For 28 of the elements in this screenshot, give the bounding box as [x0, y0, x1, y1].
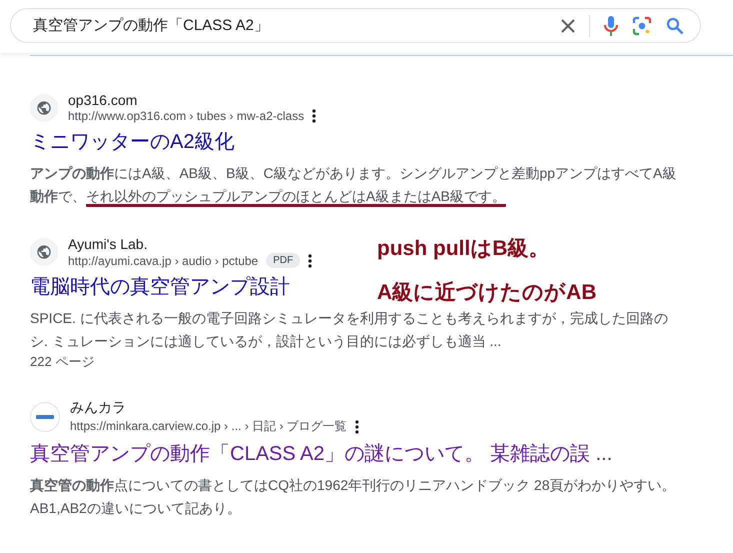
more-options-icon[interactable]	[308, 254, 312, 268]
result-snippet: SPICE. に代表される一般の電子回路シミュレータを利用することも考えられますが，完成した回路のシ. ミュレーションには適しているが，設計という目的には必ずしも適当 ...	[30, 309, 669, 351]
result-snippet: アンプの動作にはA級、AB級、B級、C級などがあります。シングルアンプと差動ppアンプはすべてA級動作で、それ以外のプッシュプルアンプのほとんどはA級またはAB級です。	[30, 162, 685, 208]
page-count: 222 ページ	[30, 353, 96, 371]
result-url[interactable]: https://minkara.carview.co.jp › ... › 日記 › ブログ一覧	[70, 418, 347, 435]
camera-search-icon[interactable]	[632, 16, 652, 36]
globe-icon	[36, 244, 52, 260]
microphone-icon[interactable]	[604, 16, 618, 36]
result-title[interactable]: 真空管アンプの動作「CLASS A2」の謎について。 某雑誌の誤 ...	[30, 440, 612, 467]
site-name: みんカラ	[70, 399, 127, 417]
result-snippet: 真空管の動作点についての書としてはCQ社の1962年刊行のリニアハンドブック 28頁がわかりやすい。AB1,AB2の違いについて記あり。	[30, 476, 677, 518]
result-url[interactable]: http://ayumi.cava.jp › audio › pctube	[68, 254, 258, 268]
close-icon[interactable]	[561, 18, 575, 32]
more-options-icon[interactable]	[312, 109, 316, 123]
file-type-badge: PDF	[266, 253, 300, 268]
result-title[interactable]: ミニワッターのA2級化	[30, 128, 234, 155]
result-title[interactable]: 電脳時代の真空管アンプ設計	[30, 273, 290, 300]
site-name: op316.com	[68, 92, 138, 108]
more-options-icon[interactable]	[354, 420, 359, 434]
site-logo-icon	[36, 413, 54, 421]
site-name: Ayumi's Lab.	[68, 236, 148, 252]
search-field[interactable]: 真空管アンプの動作「CLASS A2」	[31, 16, 547, 35]
annotation-text: A級に近づけたのがAB	[377, 280, 596, 306]
search-icon[interactable]	[666, 16, 684, 34]
result-url[interactable]: http://www.op316.com › tubes › mw-a2-class	[68, 109, 304, 123]
search-bar[interactable]: 真空管アンプの動作「CLASS A2」	[10, 8, 701, 43]
globe-icon	[36, 100, 52, 116]
annotation-text: push pullはB級。	[377, 236, 550, 262]
